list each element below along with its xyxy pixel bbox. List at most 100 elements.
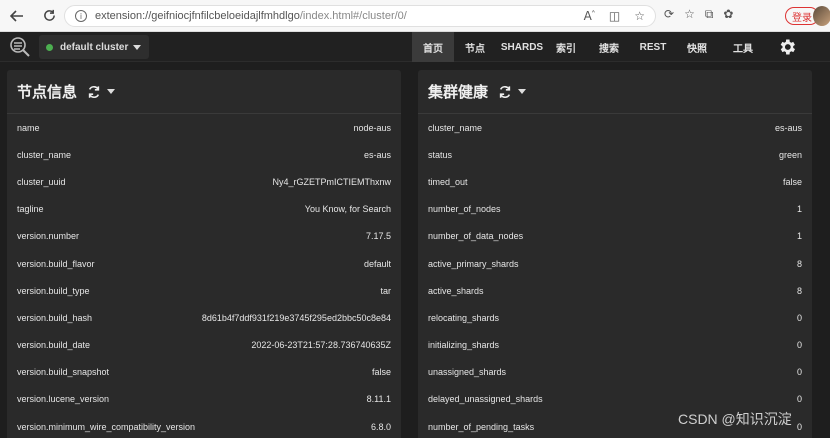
cerebro-logo-icon[interactable] — [9, 36, 31, 58]
cluster-health-panel: 集群健康 cluster_name es-aus status green time… — [418, 70, 812, 438]
row-value: 8d61b4f7ddf931f219e3745f295ed2bbc50c8e84 — [201, 312, 391, 323]
refresh-icon[interactable] — [498, 85, 512, 99]
row-value: 0 — [796, 340, 802, 351]
row-key: number_of_pending_tasks — [428, 421, 535, 432]
table-row: status green — [418, 141, 812, 168]
browser-toolbar: i extension://geifniocjfnfilcbeloeidajlf… — [0, 0, 830, 32]
row-key: version.minimum_wire_compatibility_versi… — [17, 421, 196, 432]
row-key: tagline — [17, 204, 44, 215]
extension-refresh-icon[interactable]: ⟳ — [664, 7, 674, 22]
row-key: cluster_name — [428, 122, 483, 133]
row-value: false — [782, 176, 802, 187]
table-row: version.build_hash 8d61b4f7ddf931f219e374… — [7, 304, 401, 331]
table-row: active_shards 8 — [418, 277, 812, 304]
row-key: active_shards — [428, 285, 484, 296]
node-info-list: name node-aus cluster_name es-aus cluster_… — [7, 114, 401, 438]
table-row: version.number 7.17.5 — [7, 223, 401, 250]
table-row: cluster_name es-aus — [7, 141, 401, 168]
nav-snapshot[interactable]: 快照 — [672, 32, 722, 62]
row-value: Ny4_rGZETPmICTIEMThxnw — [272, 176, 391, 187]
nav-indices[interactable]: 索引 — [548, 32, 584, 62]
table-row: version.minimum_wire_compatibility_versi… — [7, 413, 401, 438]
nav-tools[interactable]: 工具 — [722, 32, 764, 62]
cluster-health-title: 集群健康 — [428, 84, 489, 101]
table-row: initializing_shards 0 — [418, 332, 812, 359]
nav-home[interactable]: 首页 — [412, 32, 454, 62]
table-row: active_primary_shards 8 — [418, 250, 812, 277]
csdn-watermark: CSDN @知识沉淀 — [678, 411, 792, 427]
row-key: name — [17, 122, 40, 133]
refresh-icon[interactable] — [87, 85, 101, 99]
row-value: 6.8.0 — [370, 421, 391, 432]
gear-icon[interactable] — [777, 37, 797, 57]
row-key: version.build_flavor — [17, 258, 95, 269]
collections-icon[interactable]: ⧉ — [705, 7, 714, 22]
avatar[interactable] — [813, 6, 830, 26]
row-key: cluster_uuid — [17, 176, 66, 187]
row-key: timed_out — [428, 176, 468, 187]
row-value: 7.17.5 — [365, 231, 391, 242]
table-row: version.lucene_version 8.11.1 — [7, 386, 401, 413]
reader-view-icon[interactable]: ◫ — [609, 9, 620, 23]
url-path: /index.html#/cluster/0/ — [299, 10, 407, 22]
row-value: 1 — [796, 204, 802, 215]
nav-rest[interactable]: REST — [634, 32, 672, 62]
row-value: 8 — [796, 285, 802, 296]
reload-icon[interactable] — [38, 5, 60, 27]
row-value: false — [371, 367, 391, 378]
table-row: cluster_uuid Ny4_rGZETPmICTIEMThxnw — [7, 168, 401, 195]
row-key: unassigned_shards — [428, 367, 507, 378]
row-value: 2022-06-23T21:57:28.736740635Z — [251, 340, 391, 351]
nav-nodes[interactable]: 节点 — [454, 32, 496, 62]
nav-shards[interactable]: SHARDS — [496, 32, 548, 62]
row-value: 8.11.1 — [366, 394, 391, 405]
favorite-star-icon[interactable]: ☆ — [634, 9, 645, 23]
node-info-panel: 节点信息 name node-aus cluster_name es-aus clu… — [7, 70, 401, 438]
row-key: version.build_date — [17, 340, 91, 351]
row-value: 8 — [796, 258, 802, 269]
extension-icon[interactable]: ✿ — [723, 7, 733, 22]
row-key: status — [428, 149, 453, 160]
row-key: initializing_shards — [428, 340, 500, 351]
cluster-selector[interactable]: default cluster — [39, 35, 149, 59]
row-key: version.lucene_version — [17, 394, 110, 405]
table-row: tagline You Know, for Search — [7, 196, 401, 223]
row-value: 1 — [796, 231, 802, 242]
main-nav: 首页 节点 SHARDS 索引 搜索 REST 快照 工具 — [412, 32, 764, 62]
row-key: number_of_nodes — [428, 204, 501, 215]
back-arrow-icon[interactable] — [6, 5, 28, 27]
row-key: version.build_hash — [17, 312, 93, 323]
row-value: 0 — [796, 367, 802, 378]
cluster-status-dot — [46, 43, 53, 51]
table-row: unassigned_shards 0 — [418, 359, 812, 386]
refresh-interval-dropdown-icon[interactable] — [107, 89, 116, 94]
nav-search[interactable]: 搜索 — [584, 32, 634, 62]
chevron-down-icon — [133, 44, 142, 50]
row-value: You Know, for Search — [304, 204, 391, 215]
table-row: timed_out false — [418, 168, 812, 195]
row-value: node-aus — [353, 122, 391, 133]
row-value: es-aus — [363, 149, 391, 160]
cluster-health-header: 集群健康 — [418, 70, 812, 114]
favorites-icon[interactable]: ☆ — [684, 7, 695, 22]
table-row: version.build_flavor default — [7, 250, 401, 277]
row-value: 0 — [796, 394, 802, 405]
row-key: version.build_snapshot — [17, 367, 110, 378]
read-aloud-icon[interactable]: Aᴬ — [584, 9, 595, 23]
address-bar[interactable]: i extension://geifniocjfnfilcbeloeidajlf… — [64, 5, 656, 27]
row-value: 0 — [796, 312, 802, 323]
table-row: cluster_name es-aus — [418, 114, 812, 141]
refresh-interval-dropdown-icon[interactable] — [518, 89, 527, 94]
table-row: version.build_snapshot false — [7, 359, 401, 386]
row-value: tar — [380, 285, 391, 296]
row-key: active_primary_shards — [428, 258, 519, 269]
table-row: relocating_shards 0 — [418, 304, 812, 331]
row-value: green — [778, 149, 802, 160]
row-key: delayed_unassigned_shards — [428, 394, 543, 405]
table-row: version.build_date 2022-06-23T21:57:28.73… — [7, 332, 401, 359]
row-value: default — [363, 258, 391, 269]
cluster-health-list: cluster_name es-aus status green timed_out… — [418, 114, 812, 438]
site-info-icon[interactable]: i — [75, 10, 87, 22]
node-info-title: 节点信息 — [17, 84, 78, 101]
row-key: relocating_shards — [428, 312, 500, 323]
